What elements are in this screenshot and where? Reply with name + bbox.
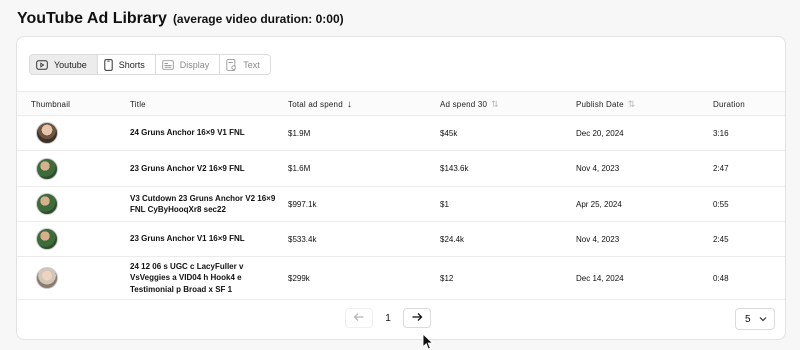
column-header-total-ad-spend[interactable]: Total ad spend ↓: [288, 92, 352, 116]
publish-date: Nov 4, 2023: [576, 164, 620, 173]
video-thumbnail[interactable]: [36, 122, 58, 144]
text-doc-icon: [226, 58, 237, 71]
page-size-select[interactable]: 5: [735, 308, 775, 330]
tab-youtube[interactable]: Youtube: [30, 55, 98, 74]
tab-shorts[interactable]: Shorts: [97, 55, 156, 74]
video-title[interactable]: 24 Gruns Anchor 16×9 V1 FNL: [130, 116, 280, 150]
duration: 3:16: [713, 128, 729, 138]
video-thumbnail[interactable]: [36, 193, 58, 215]
ad-spend-30: $143.6k: [440, 164, 469, 173]
table-row[interactable]: 24 Gruns Anchor 16×9 V1 FNL $1.9M $45k D…: [17, 116, 785, 151]
publish-date: Apr 25, 2024: [576, 199, 622, 209]
video-thumbnail[interactable]: [36, 267, 58, 289]
table-row[interactable]: 24 12 06 s UGC c LacyFuller v VsVeggies …: [17, 257, 785, 300]
ad-spend-30: $1: [440, 199, 449, 209]
page-subtitle: (average video duration: 0:00): [172, 12, 344, 26]
publish-date: Dec 20, 2024: [576, 128, 624, 138]
page-header: YouTube Ad Library (average video durati…: [17, 10, 344, 28]
sort-icon[interactable]: ⇅: [628, 99, 636, 110]
display-icon: [161, 59, 174, 70]
ad-spend-30: $12: [440, 273, 454, 283]
arrow-left-icon: [353, 309, 365, 327]
page-title: YouTube Ad Library: [17, 10, 167, 27]
duration: 2:47: [713, 164, 729, 173]
pagination: 1: [345, 308, 431, 328]
sort-icon[interactable]: ⇅: [491, 99, 499, 110]
video-title[interactable]: V3 Cutdown 23 Gruns Anchor V2 16×9 FNL C…: [130, 187, 280, 221]
tab-youtube-label: Youtube: [54, 59, 87, 70]
column-header-publish-date[interactable]: Publish Date ⇅: [576, 92, 636, 116]
chevron-down-icon: [759, 314, 767, 325]
total-ad-spend: $1.6M: [288, 164, 311, 173]
duration: 2:45: [713, 234, 729, 244]
ad-library-card: Youtube Shorts Display Text Thumbnail Ti: [16, 36, 786, 340]
sort-desc-icon[interactable]: ↓: [347, 99, 352, 110]
page-size-value: 5: [745, 313, 751, 325]
next-page-button[interactable]: [403, 308, 431, 328]
publish-date: Dec 14, 2024: [576, 273, 624, 283]
tab-text-label: Text: [243, 59, 260, 70]
tab-display[interactable]: Display: [155, 55, 221, 74]
table-row[interactable]: 23 Gruns Anchor V1 16×9 FNL $533.4k $24.…: [17, 222, 785, 257]
table-header: Thumbnail Title Total ad spend ↓ Ad spen…: [17, 92, 785, 116]
format-tabs: Youtube Shorts Display Text: [29, 54, 271, 75]
total-ad-spend: $299k: [288, 273, 310, 283]
duration: 0:48: [713, 273, 729, 283]
tab-text[interactable]: Text: [220, 55, 270, 74]
ad-spend-30: $45k: [440, 128, 458, 138]
column-header-duration: Duration: [713, 99, 745, 109]
ad-spend-30: $24.4k: [440, 234, 465, 244]
mouse-cursor-icon: [422, 332, 434, 350]
publish-date: Nov 4, 2023: [576, 234, 620, 244]
total-ad-spend: $997.1k: [288, 199, 317, 209]
video-title[interactable]: 23 Gruns Anchor V1 16×9 FNL: [130, 222, 280, 256]
total-ad-spend: $1.9M: [288, 128, 311, 138]
previous-page-button[interactable]: [345, 308, 373, 328]
phone-icon: [104, 58, 113, 71]
column-header-title: Title: [130, 99, 146, 109]
play-rect-icon: [36, 59, 48, 70]
table-row[interactable]: 23 Gruns Anchor V2 16×9 FNL $1.6M $143.6…: [17, 151, 785, 187]
table-row[interactable]: V3 Cutdown 23 Gruns Anchor V2 16×9 FNL C…: [17, 187, 785, 222]
duration: 0:55: [713, 199, 729, 209]
video-title[interactable]: 23 Gruns Anchor V2 16×9 FNL: [130, 151, 280, 186]
total-ad-spend: $533.4k: [288, 234, 317, 244]
column-header-thumbnail: Thumbnail: [31, 99, 71, 109]
tab-display-label: Display: [179, 59, 210, 70]
tab-shorts-label: Shorts: [118, 59, 145, 70]
arrow-right-icon: [411, 309, 423, 327]
current-page: 1: [385, 312, 391, 324]
video-thumbnail[interactable]: [36, 228, 58, 250]
column-header-ad-spend-30[interactable]: Ad spend 30 ⇅: [440, 92, 499, 116]
video-title[interactable]: 24 12 06 s UGC c LacyFuller v VsVeggies …: [130, 257, 280, 299]
video-thumbnail[interactable]: [36, 157, 58, 180]
